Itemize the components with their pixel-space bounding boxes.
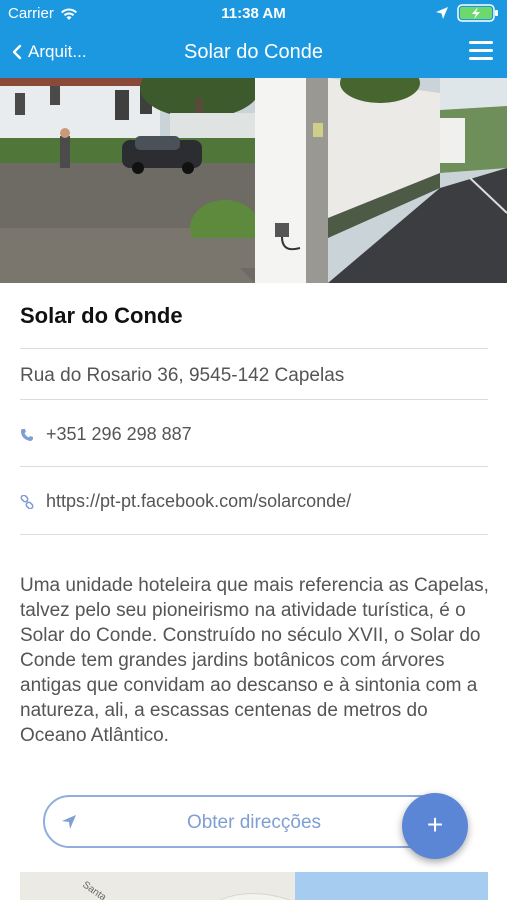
status-time: 11:38 AM (221, 5, 286, 22)
add-fab-button[interactable]: + (402, 793, 468, 859)
page-title: Solar do Conde (184, 41, 323, 63)
divider (20, 348, 488, 349)
phone-number: +351 296 298 887 (46, 424, 192, 444)
status-bar: Carrier 11:38 AM (0, 0, 507, 28)
place-address: Rua do Rosario 36, 9545-142 Capelas (20, 365, 345, 386)
link-icon (20, 494, 34, 509)
divider (20, 534, 488, 535)
map-preview[interactable]: Santa (20, 872, 488, 900)
hero-photo (0, 78, 507, 283)
status-right (435, 4, 499, 22)
hero-photo-illustration (0, 78, 507, 283)
website-link[interactable]: https://pt-pt.facebook.com/solarconde/ (46, 491, 351, 512)
place-title: Solar do Conde (20, 303, 183, 328)
phone-row[interactable]: +351 296 298 887 (20, 424, 192, 445)
hamburger-menu-icon[interactable] (469, 41, 493, 61)
location-arrow-icon (436, 7, 448, 19)
navigation-bar: Arquit... Solar do Conde (0, 28, 507, 78)
battery-charging-icon (457, 4, 498, 22)
place-description: Uma unidade hoteleira que mais referenci… (20, 575, 489, 746)
map-illustration: Santa (20, 872, 488, 900)
website-row[interactable]: https://pt-pt.facebook.com/solarconde/ (20, 491, 351, 512)
phone-icon (21, 428, 33, 441)
divider (20, 466, 488, 467)
get-directions-label: Obter direcções (186, 812, 322, 833)
divider (20, 399, 488, 400)
